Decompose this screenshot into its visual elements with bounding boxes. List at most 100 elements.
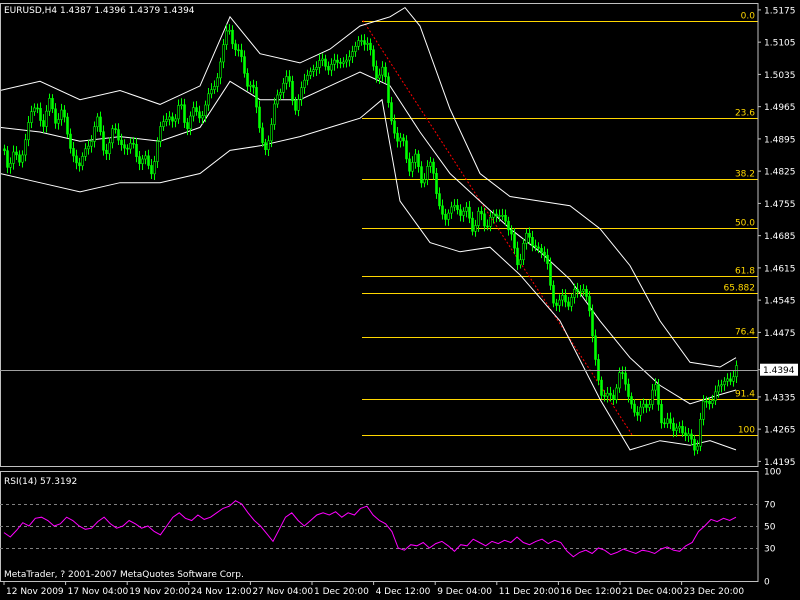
candle-body xyxy=(339,62,342,64)
candle-body xyxy=(369,42,372,50)
candle-body xyxy=(495,213,498,217)
candle-body xyxy=(429,161,432,167)
candle-body xyxy=(102,131,105,151)
candle-body xyxy=(195,107,198,113)
candle-body xyxy=(66,116,69,135)
candle-body xyxy=(246,73,249,87)
candle-body xyxy=(150,165,153,175)
time-tick-label: 21 Dec 04:00 xyxy=(622,587,683,597)
candle-body xyxy=(48,98,51,112)
candle-body xyxy=(435,173,438,194)
candle-body xyxy=(726,378,729,382)
candle-body xyxy=(249,84,252,87)
fib-level-label: 100 xyxy=(738,426,755,436)
candle-body xyxy=(384,66,387,78)
rsi-tick-label: 70 xyxy=(764,501,776,511)
price-chart[interactable]: 0.0 23.6 38.2 50.0 61.8 65.882 76.4 91.4 100 1.5… xyxy=(0,0,800,600)
price-tick-label: 1.4895 xyxy=(764,135,796,145)
candle-body xyxy=(474,225,477,232)
candle-body xyxy=(489,217,492,227)
candle-body xyxy=(153,161,156,175)
candle-body xyxy=(105,149,108,154)
candle-body xyxy=(219,61,222,79)
price-tick-label: 1.4545 xyxy=(764,297,796,307)
candle-body xyxy=(45,110,48,127)
candle-body xyxy=(30,111,33,123)
candle-body xyxy=(654,384,657,391)
candle-body xyxy=(735,365,738,378)
candle-body xyxy=(378,74,381,79)
candle-body xyxy=(624,372,627,385)
candle-body xyxy=(375,65,378,79)
candle-body xyxy=(357,40,360,47)
candle-body xyxy=(366,42,369,45)
candle-body xyxy=(117,129,120,141)
candle-body xyxy=(606,392,609,397)
fib-level-label: 91.4 xyxy=(735,390,755,400)
candle-body xyxy=(573,288,576,298)
candle-body xyxy=(144,155,147,160)
time-tick-label: 4 Dec 12:00 xyxy=(376,587,431,597)
candle-body xyxy=(579,290,582,293)
candle-body xyxy=(372,49,375,67)
candle-body xyxy=(483,213,486,227)
candle-body xyxy=(450,206,453,214)
candle-body xyxy=(456,205,459,211)
candle-body xyxy=(72,148,75,157)
rsi-tick-label: 30 xyxy=(764,545,776,555)
rsi-tick-label: 0 xyxy=(764,578,770,588)
chart-window[interactable]: 0.0 23.6 38.2 50.0 61.8 65.882 76.4 91.4 100 1.5… xyxy=(0,0,800,600)
copyright-text: MetaTrader, ? 2001-2007 MetaQuotes Softw… xyxy=(4,570,244,580)
candle-body xyxy=(438,193,441,207)
time-axis: 12 Nov 2009 17 Nov 04:00 19 Nov 20:00 24 No… xyxy=(3,581,744,597)
rsi-tick-label: 50 xyxy=(764,523,776,533)
price-candles xyxy=(3,24,738,456)
candle-body xyxy=(39,108,42,121)
candle-body xyxy=(411,162,414,172)
candle-body xyxy=(93,126,96,142)
candle-body xyxy=(633,403,636,413)
time-tick-label: 9 Dec 04:00 xyxy=(437,587,492,597)
candle-body xyxy=(636,411,639,416)
candle-body xyxy=(147,155,150,166)
candle-body xyxy=(186,122,189,130)
candle-body xyxy=(216,77,219,87)
candle-body xyxy=(615,387,618,400)
candle-body xyxy=(51,98,54,110)
candle-body xyxy=(645,403,648,408)
candle-body xyxy=(171,116,174,122)
candle-body xyxy=(603,395,606,397)
candle-body xyxy=(99,116,102,132)
candle-body xyxy=(177,105,180,120)
candle-body xyxy=(453,205,456,208)
candle-body xyxy=(387,76,390,103)
candle-body xyxy=(207,93,210,106)
candle-body xyxy=(279,92,282,96)
candle-body xyxy=(255,87,258,108)
time-tick-label: 11 Dec 20:00 xyxy=(499,587,560,597)
candle-body xyxy=(327,66,330,71)
candle-body xyxy=(183,104,186,123)
candle-body xyxy=(261,127,264,143)
fib-level-label: 61.8 xyxy=(735,267,755,277)
rsi-info: RSI(14) 57.3192 xyxy=(4,477,78,487)
candle-body xyxy=(228,29,231,32)
candle-body xyxy=(672,422,675,431)
candle-body xyxy=(663,422,666,425)
candle-body xyxy=(33,107,36,112)
candle-body xyxy=(687,433,690,436)
candle-body xyxy=(591,310,594,337)
candle-body xyxy=(402,137,405,142)
candle-body xyxy=(315,67,318,70)
candle-body xyxy=(351,51,354,58)
price-tick-label: 1.5175 xyxy=(764,6,796,16)
candle-body xyxy=(321,58,324,61)
candle-body xyxy=(210,89,213,95)
candle-body xyxy=(570,297,573,307)
candle-body xyxy=(243,56,246,74)
candle-body xyxy=(87,145,90,150)
candle-body xyxy=(465,206,468,212)
candle-body xyxy=(468,206,471,219)
candle-body xyxy=(18,154,21,163)
candle-body xyxy=(399,137,402,142)
